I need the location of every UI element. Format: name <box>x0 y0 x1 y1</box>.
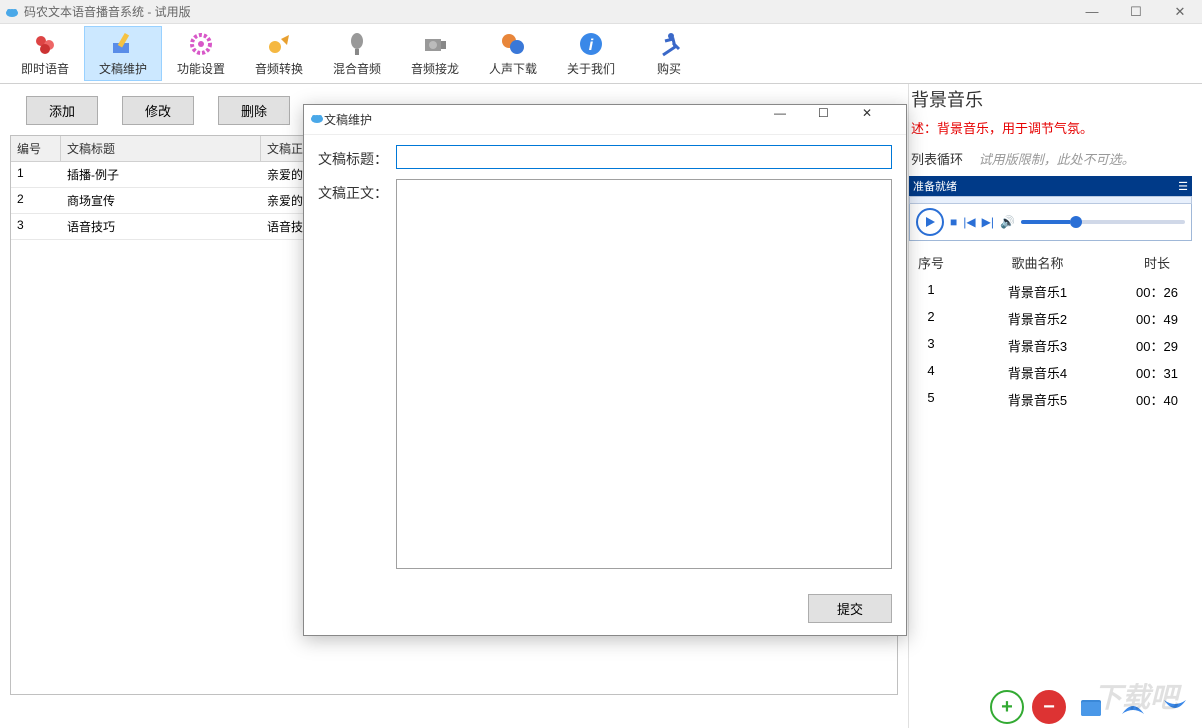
volume-icon[interactable]: 🔊 <box>1000 215 1015 229</box>
dialog-minimize-button[interactable]: — <box>774 106 818 134</box>
gear-icon <box>185 30 217 58</box>
flower-icon <box>29 30 61 58</box>
col-id[interactable]: 编号 <box>11 136 61 162</box>
tool-maintain[interactable]: 文稿维护 <box>84 26 162 81</box>
doc-dialog: 文稿维护 — ☐ ✕ 文稿标题： 文稿正文： 提交 <box>303 104 907 636</box>
close-button[interactable]: ✕ <box>1158 0 1202 24</box>
right-panel: 背景音乐 述：背景音乐，用于调节气氛。 列表循环 试用版限制，此处不可选。 准备… <box>908 84 1198 728</box>
remove-song-button[interactable]: − <box>1032 690 1066 724</box>
run-icon <box>653 30 685 58</box>
song-row[interactable]: 3背景音乐300：29 <box>909 332 1192 359</box>
song-row[interactable]: 1背景音乐100：26 <box>909 278 1192 305</box>
down-button[interactable] <box>1158 690 1192 724</box>
submit-button[interactable]: 提交 <box>808 594 892 623</box>
dialog-titlebar[interactable]: 文稿维护 — ☐ ✕ <box>304 105 906 135</box>
tool-convert[interactable]: 音频转换 <box>240 26 318 81</box>
info-icon: i <box>575 30 607 58</box>
camera-icon <box>419 30 451 58</box>
mic-icon <box>341 30 373 58</box>
tool-download[interactable]: 人声下载 <box>474 26 552 81</box>
dialog-maximize-button[interactable]: ☐ <box>818 106 862 134</box>
player-status: 准备就绪 <box>913 178 957 194</box>
stop-button[interactable]: ■ <box>950 215 957 229</box>
body-label: 文稿正文： <box>318 179 396 203</box>
title-label: 文稿标题： <box>318 145 396 169</box>
song-grid: 序号 歌曲名称 时长 1背景音乐100：26 2背景音乐200：49 3背景音乐… <box>909 247 1192 413</box>
tool-mix[interactable]: 混合音频 <box>318 26 396 81</box>
tool-about[interactable]: i 关于我们 <box>552 26 630 81</box>
edit-button[interactable]: 修改 <box>122 96 194 125</box>
bgm-desc: 述：背景音乐，用于调节气氛。 <box>909 116 1192 147</box>
col-title[interactable]: 文稿标题 <box>61 136 261 162</box>
main-titlebar: 码农文本语音播音系统 - 试用版 — ☐ ✕ <box>0 0 1202 24</box>
tool-instant[interactable]: 即时语音 <box>6 26 84 81</box>
col-dur: 时长 <box>1122 253 1192 272</box>
add-song-button[interactable]: + <box>990 690 1024 724</box>
volume-slider[interactable] <box>1021 220 1185 224</box>
delete-button[interactable]: 删除 <box>218 96 290 125</box>
minimize-button[interactable]: — <box>1070 0 1114 24</box>
next-button[interactable]: ▶| <box>982 215 994 229</box>
col-seq: 序号 <box>909 253 953 272</box>
maximize-button[interactable]: ☐ <box>1114 0 1158 24</box>
tool-relay[interactable]: 音频接龙 <box>396 26 474 81</box>
loop-label: 列表循环 <box>911 152 963 167</box>
bgm-title: 背景音乐 <box>909 86 1192 116</box>
dialog-title: 文稿维护 <box>324 111 372 128</box>
dialog-close-button[interactable]: ✕ <box>862 106 906 134</box>
app-icon <box>4 4 20 20</box>
song-row[interactable]: 2背景音乐200：49 <box>909 305 1192 332</box>
bottom-controls: + − <box>990 690 1192 724</box>
title-input[interactable] <box>396 145 892 169</box>
app-icon <box>310 112 324 127</box>
prev-button[interactable]: |◀ <box>963 215 975 229</box>
menu-icon[interactable]: ☰ <box>1178 180 1188 193</box>
main-toolbar: 即时语音 文稿维护 功能设置 音频转换 混合音频 音频接龙 人声下载 i 关于我… <box>0 24 1202 84</box>
up-button[interactable] <box>1116 690 1150 724</box>
tool-settings[interactable]: 功能设置 <box>162 26 240 81</box>
svg-text:i: i <box>589 37 594 54</box>
player-controls: ■ |◀ ▶| 🔊 <box>909 204 1192 241</box>
convert-icon <box>263 30 295 58</box>
progress-bar[interactable] <box>909 196 1192 204</box>
song-row[interactable]: 4背景音乐400：31 <box>909 359 1192 386</box>
folder-button[interactable] <box>1074 690 1108 724</box>
play-button[interactable] <box>916 208 944 236</box>
add-button[interactable]: 添加 <box>26 96 98 125</box>
song-row[interactable]: 5背景音乐500：40 <box>909 386 1192 413</box>
tool-buy[interactable]: 购买 <box>630 26 708 81</box>
player-status-bar: 准备就绪 ☰ <box>909 176 1192 196</box>
download-icon <box>497 30 529 58</box>
loop-hint: 试用版限制，此处不可选。 <box>979 152 1135 167</box>
window-title: 码农文本语音播音系统 - 试用版 <box>24 3 191 20</box>
edit-icon <box>107 30 139 58</box>
col-name: 歌曲名称 <box>953 253 1122 272</box>
body-textarea[interactable] <box>396 179 892 569</box>
